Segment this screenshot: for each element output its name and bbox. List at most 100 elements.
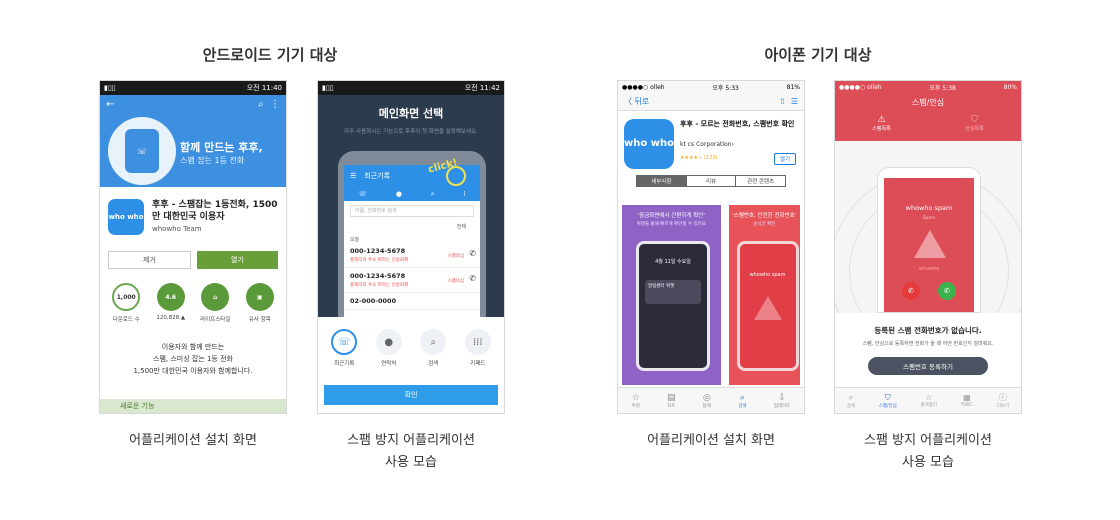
back-arrow-icon[interactable]: ←	[106, 99, 114, 110]
tab-search[interactable]: ⌕ 검색	[738, 393, 746, 409]
empty-state-panel: 등록된 스팸 전화번호가 없습니다. 스팸, 안심으로 등록하면 전화가 올 때…	[835, 313, 1021, 387]
menu-item-recent[interactable]: ☏ 최근기록	[324, 329, 364, 367]
segment-reviews[interactable]: 리뷰	[687, 176, 737, 186]
app-header: 스팸/안심 ⚠ 스팸목록 ⛉ 안심목록	[835, 93, 1021, 141]
open-button[interactable]: 열기	[197, 251, 278, 269]
tab-spam-safe[interactable]: ⛉ 스팸/안심	[879, 393, 897, 409]
shield-icon: ⛉	[971, 115, 978, 125]
tab-featured[interactable]: ☆ 추천	[632, 393, 640, 409]
status-bar: ●●●●○ olleh 오후 5:33 81%	[618, 81, 804, 93]
rating: ★★★★☆ (173)	[680, 155, 718, 161]
screenshots: '잠금화면에서 간편하게 확인' 위젯을 통해 빠르게 확인할 수 있어요 4월…	[618, 205, 804, 385]
star-icon: ☆	[925, 393, 933, 402]
back-button[interactable]: 〈 뒤로	[624, 96, 649, 107]
share-icon[interactable]: ⇧	[779, 97, 786, 106]
menu-icon[interactable]: ☰	[350, 172, 356, 180]
app-title: 후후 - 모르는 전화번호, 스팸번호 확인	[680, 120, 795, 128]
call-icon[interactable]: ✆	[469, 274, 476, 283]
tab-updates[interactable]: ⇩ 업데이트	[774, 393, 791, 409]
screenshot-1: '잠금화면에서 간편하게 확인' 위젯을 통해 빠르게 확인할 수 있어요 4월…	[622, 205, 721, 385]
section-title-android: 안드로이드 기기 대상	[202, 46, 338, 64]
phone-mockup: whowho spam Spam whowhe ✆ ✆	[877, 167, 981, 313]
open-button[interactable]: 열기	[774, 153, 796, 165]
search-input[interactable]: 이름, 전화번호 검색	[350, 205, 474, 217]
app-info: who who 후후 - 모르는 전화번호, 스팸번호 확인 kt cs Cor…	[618, 111, 804, 175]
tab-bar: ☆ 추천 ▤ 차트 ◎ 탐색 ⌕ 검색 ⇩ 업데이트	[618, 387, 804, 413]
tab-charts[interactable]: ▤ 차트	[667, 393, 676, 409]
tab-spam-list[interactable]: ⚠ 스팸목록	[872, 115, 890, 132]
star-icon: ☆	[631, 392, 640, 403]
call-row[interactable]: 02-000-0000	[344, 293, 480, 310]
downloads-badge: 1,000	[112, 283, 141, 311]
app-icon: who who	[108, 199, 144, 235]
rating-badge: 4.6	[156, 283, 185, 311]
empty-hint: 스팸, 안심으로 등록하면 전화가 올 때 어떤 번호인지 알려줘요.	[862, 341, 994, 347]
lifestyle-icon[interactable]: ⌂	[201, 283, 230, 311]
app-description: 이용자와 함께 만드는 스팸, 스미싱 잡는 1등 전화 1,500만 대한민국…	[133, 343, 253, 375]
segment-details[interactable]: 세부사항	[637, 176, 687, 186]
tab-favorites[interactable]: ☆ 즐겨찾기	[920, 393, 937, 408]
segment-related[interactable]: 관련 콘텐츠	[736, 176, 785, 186]
hero-subtitle: 스팸 잡는 1등 전화	[180, 156, 245, 165]
tab-safe-list[interactable]: ⛉ 안심목록	[965, 115, 983, 132]
more-icon[interactable]: ⋮	[270, 99, 280, 110]
day-label: 오늘	[350, 237, 360, 243]
page-title: 스팸/안심	[911, 98, 945, 107]
empty-message: 등록된 스팸 전화번호가 없습니다.	[874, 326, 982, 335]
warning-icon	[914, 230, 946, 258]
tab-keypad[interactable]: ▦ 키패드	[961, 393, 973, 408]
warning-icon	[753, 296, 782, 320]
phone-logo-icon: ☏	[125, 129, 159, 173]
app-header: ☰ 최근기록	[344, 165, 480, 187]
ios-install-screenshot: ●●●●○ olleh 오후 5:33 81% 〈 뒤로 ⇧ ☰ who who…	[617, 80, 805, 414]
contact-icon[interactable]: ●	[396, 190, 402, 198]
main-screen-title: 메인화면 선택	[378, 107, 444, 120]
register-spam-button[interactable]: 스팸번호 등록하기	[868, 357, 988, 375]
download-icon: ⇩	[778, 392, 786, 403]
section-title-iphone: 아이폰 기기 대상	[764, 46, 872, 64]
menu-sheet: ☏ 최근기록 ● 연락처 ⌕ 검색 ⁞⁞⁞ 키패드 확인	[318, 317, 504, 413]
segment-control: 세부사항 리뷰 관련 콘텐츠	[636, 175, 786, 187]
compass-icon: ◎	[703, 392, 711, 403]
app-title: 후후 - 스팸잡는 1등전화, 1500만 대한민국 이용자	[152, 200, 278, 222]
shield-icon: ⛉	[884, 392, 891, 402]
search-icon: ⌕	[848, 392, 854, 402]
chart-icon: ▤	[667, 392, 676, 403]
call-row[interactable]: 000-1234-5678 홍해리의 주소 따라는 신용회제 스팸의심 ✆	[344, 243, 480, 268]
status-bar: ●●●●○ olleh 오후 5:38 80%	[835, 81, 1021, 93]
filter-select[interactable]: 전체	[344, 223, 480, 230]
keypad-icon: ▦	[963, 393, 971, 402]
new-features-bar[interactable]: 새로운 기능	[100, 399, 286, 413]
developer-name: whowho Team	[152, 225, 202, 233]
caption-android-install: 어플리케이션 설치 화면	[129, 433, 257, 448]
tab-more[interactable]: ⓘ 더보기	[997, 392, 1009, 409]
keypad-icon: ⁞⁞⁞	[464, 329, 491, 355]
accept-call-icon: ✆	[938, 282, 956, 300]
app-info: who who 후후 - 스팸잡는 1등전화, 1500만 대한민국 이용자 w…	[100, 187, 286, 243]
company-link[interactable]: kt cs Corporation›	[680, 141, 734, 148]
android-install-screenshot: ▮▯▯ 오전 11:40 ← ⌕ ⋮ ☏ 함께 만드는 후후, 스팸 잡는 1등 전…	[99, 80, 287, 414]
tab-explore[interactable]: ◎ 탐색	[703, 393, 711, 409]
list-icon[interactable]: ☰	[791, 97, 798, 106]
nav-bar: 〈 뒤로 ⇧ ☰	[618, 93, 804, 111]
main-screen-subtitle: 자주 사용하시는 기능으로 후후의 첫 화면을 설정해보세요.	[344, 129, 478, 135]
menu-item-search[interactable]: ⌕ 검색	[413, 329, 453, 367]
confirm-button[interactable]: 확인	[324, 385, 498, 405]
similar-apps-icon[interactable]: ▣	[245, 283, 274, 311]
tab-bar: ⌕ 검색 ⛉ 스팸/안심 ☆ 즐겨찾기 ▦ 키패드 ⓘ 더보기	[835, 387, 1021, 413]
keypad-icon[interactable]: ⁞	[463, 190, 465, 198]
warning-icon: ⚠	[877, 115, 886, 125]
menu-item-contacts[interactable]: ● 연락처	[369, 329, 409, 367]
phone-icon[interactable]: ☏	[358, 190, 367, 198]
menu-item-keypad[interactable]: ⁞⁞⁞ 키패드	[458, 329, 498, 367]
app-tabs: ☏ ● ⌕ ⁞	[344, 187, 480, 201]
call-icon[interactable]: ✆	[469, 249, 476, 258]
app-stats: 1,000 다운로드 수 4.6 120,828 ▲ ⌂ 라이프스타일 ▣ 유사 항목	[100, 269, 286, 323]
contact-icon: ●	[375, 329, 402, 355]
search-icon[interactable]: ⌕	[258, 99, 264, 110]
remove-button[interactable]: 제거	[108, 251, 191, 269]
search-icon[interactable]: ⌕	[431, 190, 435, 199]
android-usage-screenshot: ▮▯▯ 오전 11:42 메인화면 선택 자주 사용하시는 기능으로 후후의 첫 …	[317, 80, 505, 414]
call-row[interactable]: 000-1234-5678 홍해리의 주소 따라는 신용회제 스팸의심 ✆	[344, 268, 480, 293]
tab-search[interactable]: ⌕ 검색	[847, 393, 855, 409]
